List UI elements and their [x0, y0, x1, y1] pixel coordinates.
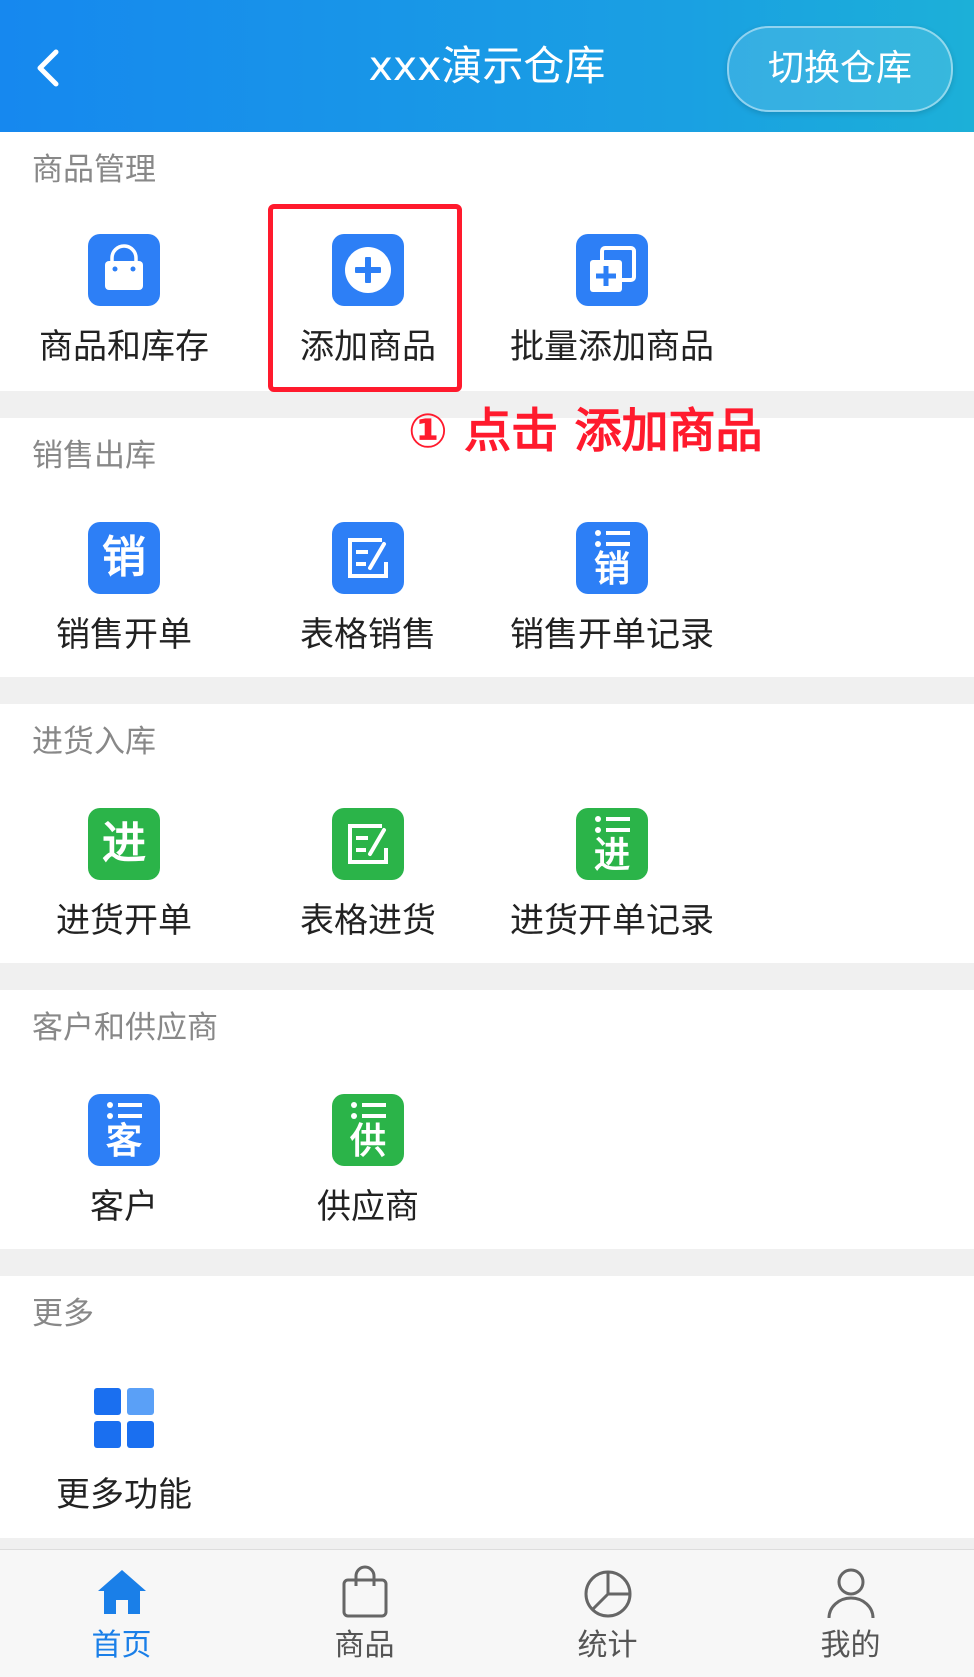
section-title: 商品管理: [32, 152, 156, 188]
menu-item-label: 销售开单: [56, 615, 192, 655]
menu-item-batch-add-goods[interactable]: 批量添加商品: [490, 234, 730, 404]
menu-item-label: 进货开单记录: [510, 901, 714, 941]
section-title: 进货入库: [32, 724, 156, 760]
section-customers-suppliers: 客户和供应商 客 客户 供 供应商: [0, 990, 974, 1249]
menu-item-label: 表格进货: [300, 901, 436, 941]
menu-item-customers[interactable]: 客 客户: [2, 1094, 242, 1264]
purchase-glyph: 进: [102, 818, 146, 869]
purchase-record-icon: 进: [576, 808, 648, 880]
bottom-tab-bar: 首页 商品 统计 我的: [0, 1549, 974, 1677]
menu-item-label: 批量添加商品: [510, 327, 714, 367]
section-goods-management: 商品管理 商品和库存 添加商品 批量添加商品: [0, 132, 974, 391]
user-icon: [827, 1568, 875, 1619]
menu-item-table-sales[interactable]: 表格销售: [246, 522, 486, 692]
section-title: 销售出库: [32, 438, 156, 474]
tab-label: 统计: [577, 1628, 638, 1663]
tab-home[interactable]: 首页: [0, 1550, 243, 1677]
menu-item-label: 更多功能: [56, 1475, 192, 1515]
pie-chart-icon: [584, 1570, 632, 1618]
menu-item-purchase-record[interactable]: 进 进货开单记录: [490, 808, 730, 978]
tab-profile[interactable]: 我的: [729, 1550, 972, 1677]
bag-icon: [342, 1565, 388, 1618]
switch-warehouse-button[interactable]: 切换仓库: [727, 26, 953, 112]
batch-add-icon: [576, 234, 648, 306]
supplier-icon: 供: [332, 1094, 404, 1166]
annotation-text: ① 点击 添加商品: [408, 404, 763, 459]
sales-record-icon: 销: [576, 522, 648, 594]
section-title: 更多: [32, 1296, 94, 1332]
menu-item-sales-order[interactable]: 销 销售开单: [2, 522, 242, 692]
sales-record-glyph: 销: [593, 549, 630, 590]
section-more: 更多 更多功能: [0, 1276, 974, 1538]
menu-item-table-purchase[interactable]: 表格进货: [246, 808, 486, 978]
customer-glyph: 客: [105, 1121, 142, 1162]
sales-glyph: 销: [102, 532, 146, 583]
menu-item-suppliers[interactable]: 供 供应商: [246, 1094, 486, 1264]
purchase-record-glyph: 进: [593, 835, 630, 876]
grid-icon: [88, 1382, 160, 1454]
menu-item-label: 商品和库存: [39, 327, 209, 367]
sales-icon: 销: [88, 522, 160, 594]
home-icon: [98, 1570, 146, 1614]
menu-item-goods-inventory[interactable]: 商品和库存: [2, 234, 242, 404]
menu-item-purchase-order[interactable]: 进 进货开单: [2, 808, 242, 978]
tab-statistics[interactable]: 统计: [486, 1550, 729, 1677]
table-edit-icon: [332, 522, 404, 594]
table-edit-icon: [332, 808, 404, 880]
highlight-box: [268, 204, 462, 392]
menu-item-label: 客户: [90, 1187, 158, 1227]
menu-item-sales-record[interactable]: 销 销售开单记录: [490, 522, 730, 692]
menu-item-label: 表格销售: [300, 615, 436, 655]
menu-item-label: 进货开单: [56, 901, 192, 941]
section-purchase-inbound: 进货入库 进 进货开单 表格进货 进 进货开单记录: [0, 704, 974, 963]
purchase-icon: 进: [88, 808, 160, 880]
supplier-glyph: 供: [349, 1121, 386, 1162]
shopping-bag-icon: [88, 234, 160, 306]
tab-label: 首页: [91, 1628, 152, 1663]
customer-icon: 客: [88, 1094, 160, 1166]
tab-label: 商品: [334, 1628, 395, 1663]
menu-item-label: 销售开单记录: [510, 615, 714, 655]
menu-item-label: 供应商: [317, 1187, 419, 1227]
tab-label: 我的: [820, 1628, 881, 1663]
header-bar: xxx演示仓库 切换仓库: [0, 0, 974, 132]
tab-goods[interactable]: 商品: [243, 1550, 486, 1677]
section-title: 客户和供应商: [32, 1010, 218, 1046]
menu-item-more-functions[interactable]: 更多功能: [2, 1382, 242, 1552]
